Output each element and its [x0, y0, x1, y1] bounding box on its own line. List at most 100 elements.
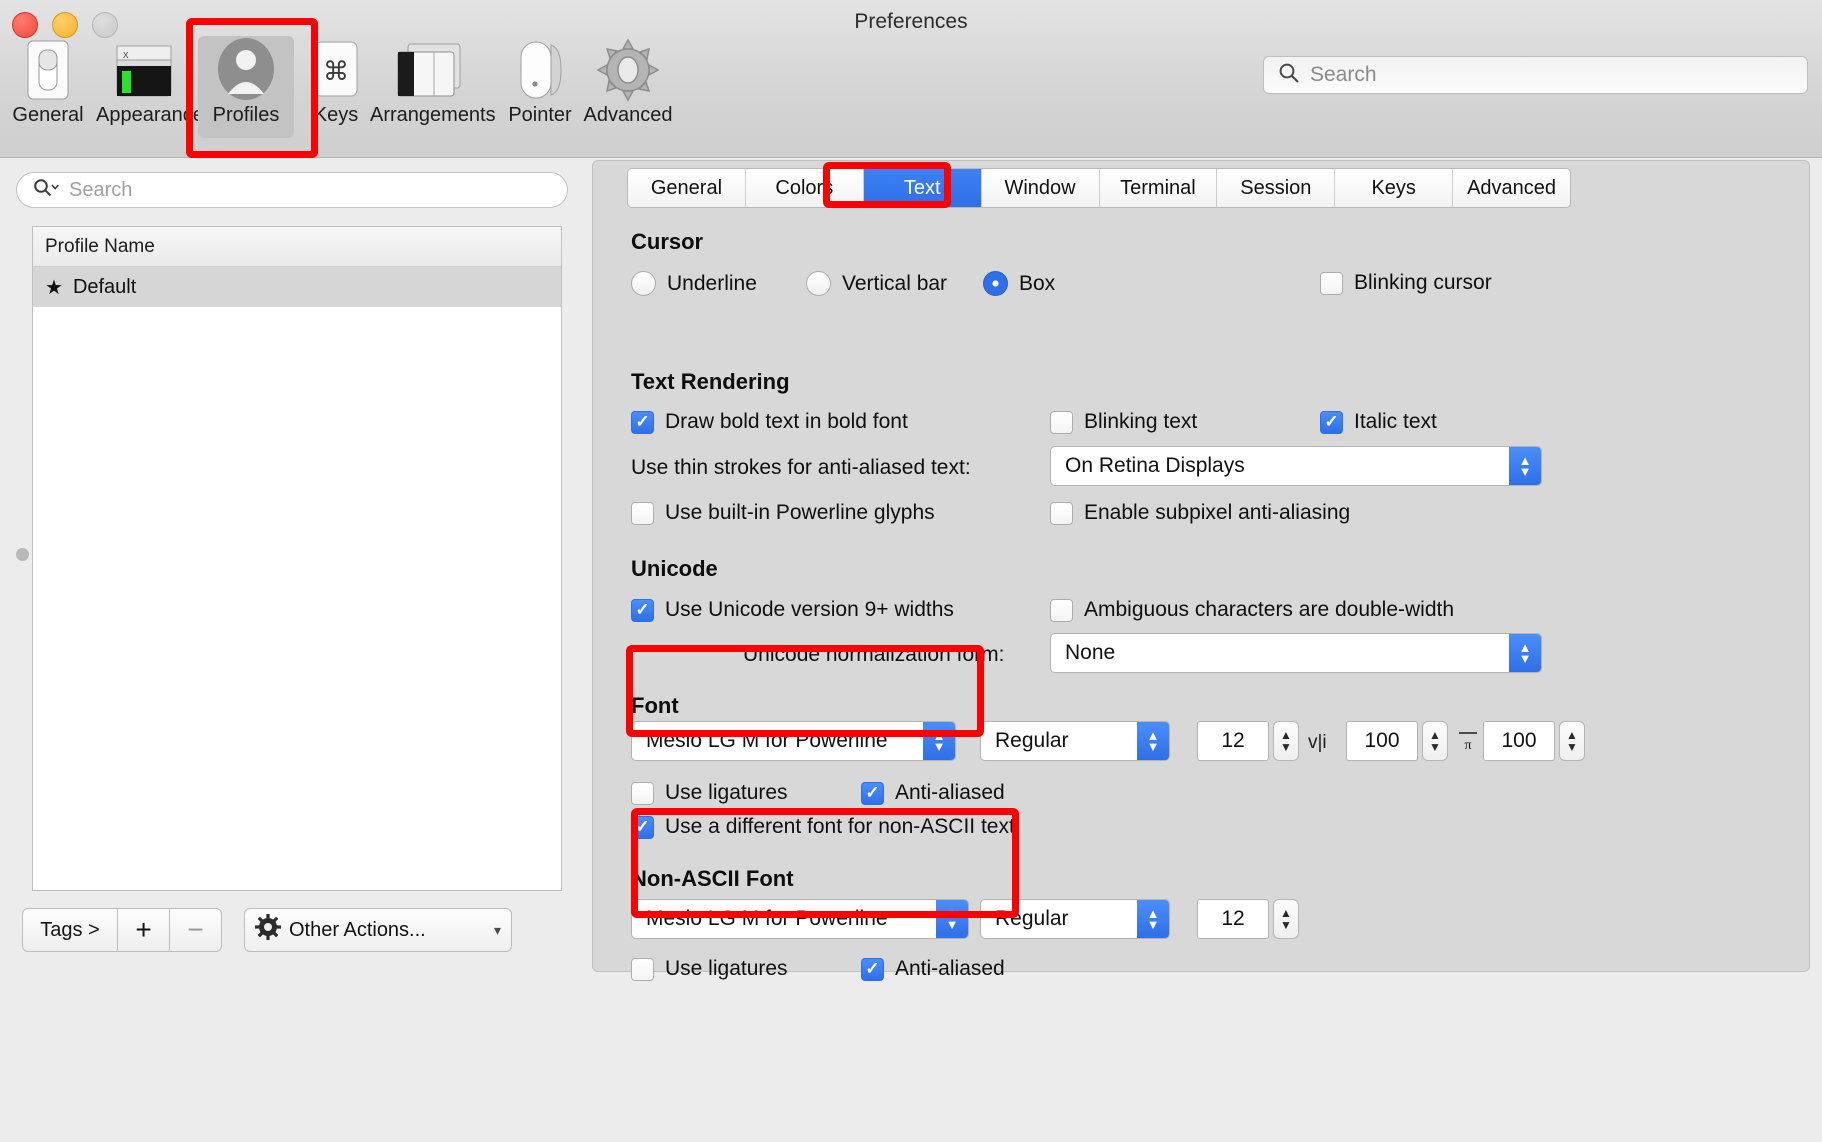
horizontal-spacing-stepper[interactable]: ▲ ▼ — [1422, 721, 1448, 761]
thin-strokes-value: On Retina Displays — [1065, 454, 1245, 477]
unicode-normalization-select[interactable]: None ▲ ▼ — [1050, 633, 1542, 673]
font-antialiased-checkbox[interactable]: ✓ Anti-aliased — [861, 781, 1005, 805]
radio-indicator — [983, 271, 1008, 296]
arrangements-panes-icon — [370, 36, 488, 102]
different-non-ascii-font-checkbox[interactable]: ✓ Use a different font for non-ASCII tex… — [631, 815, 1015, 839]
add-profile-button[interactable]: + — [118, 908, 170, 952]
toolbar-item-advanced[interactable]: Advanced — [580, 36, 676, 138]
font-section-title: Font — [631, 693, 679, 718]
horizontal-spacing-icon: v|i — [1308, 732, 1327, 753]
checkbox-indicator: ✓ — [631, 815, 654, 839]
tab-advanced[interactable]: Advanced — [1453, 169, 1570, 207]
general-switch-icon — [0, 36, 96, 102]
checkbox-indicator — [631, 957, 654, 981]
cursor-vertical-bar-radio[interactable]: Vertical bar — [806, 271, 947, 296]
non-ascii-antialiased-checkbox[interactable]: ✓ Anti-aliased — [861, 957, 1005, 981]
chevron-updown-icon: ▲ ▼ — [923, 722, 955, 760]
tab-session[interactable]: Session — [1217, 169, 1336, 207]
unicode9-widths-checkbox[interactable]: ✓ Use Unicode version 9+ widths — [631, 598, 954, 622]
radio-label: Vertical bar — [842, 271, 948, 295]
font-family-select[interactable]: Meslo LG M for Powerline ▲ ▼ — [631, 721, 956, 761]
svg-text:π: π — [1464, 738, 1471, 753]
cursor-box-radio[interactable]: Box — [983, 271, 1055, 296]
tab-keys[interactable]: Keys — [1335, 169, 1454, 207]
toolbar-item-label: Advanced — [583, 104, 673, 126]
horizontal-spacing-input[interactable]: 100 — [1346, 721, 1418, 761]
draw-bold-text-checkbox[interactable]: ✓ Draw bold text in bold font — [631, 410, 908, 434]
thin-strokes-select[interactable]: On Retina Displays ▲ ▼ — [1050, 446, 1542, 486]
thin-strokes-label: Use thin strokes for anti-aliased text: — [631, 456, 971, 479]
profile-row-name: Default — [72, 275, 137, 298]
checkbox-indicator — [1050, 501, 1073, 525]
non-ascii-font-size-stepper[interactable]: ▲ ▼ — [1273, 899, 1299, 939]
tab-terminal[interactable]: Terminal — [1099, 169, 1218, 207]
chevron-down-icon: ▾ — [493, 921, 501, 938]
appearance-window-icon: x — [96, 36, 192, 102]
toolbar-item-label: Arrangements — [370, 104, 496, 126]
preferences-window: Preferences General x Appearance Profile… — [0, 0, 1822, 1142]
checkbox-indicator — [1050, 410, 1073, 434]
toolbar-item-general[interactable]: General — [0, 36, 96, 138]
toolbar-item-label: General — [12, 104, 84, 126]
checkbox-indicator — [1320, 271, 1343, 295]
italic-text-checkbox[interactable]: ✓ Italic text — [1320, 410, 1437, 434]
chevron-updown-icon: ▲ ▼ — [936, 900, 968, 938]
svg-text:⌘: ⌘ — [323, 56, 349, 86]
vertical-spacing-stepper[interactable]: ▲ ▼ — [1559, 721, 1585, 761]
checkbox-indicator: ✓ — [631, 598, 654, 622]
profile-search-input[interactable]: Search — [16, 172, 568, 208]
checkbox-label: Ambiguous characters are double-width — [1084, 598, 1455, 621]
remove-profile-button[interactable]: − — [170, 908, 222, 952]
toolbar-item-label: Profiles — [212, 104, 280, 126]
pointer-mouse-icon — [492, 36, 588, 102]
subpixel-antialiasing-checkbox[interactable]: Enable subpixel anti-aliasing — [1050, 501, 1350, 525]
font-size-stepper[interactable]: ▲ ▼ — [1273, 721, 1299, 761]
checkbox-label: Anti-aliased — [895, 957, 1005, 980]
text-rendering-section-title: Text Rendering — [631, 369, 790, 394]
font-style-select[interactable]: Regular ▲ ▼ — [980, 721, 1170, 761]
advanced-gear-icon — [580, 36, 676, 102]
checkbox-label: Enable subpixel anti-aliasing — [1084, 501, 1351, 524]
non-ascii-font-style-value: Regular — [995, 907, 1069, 930]
non-ascii-font-section-title: Non-ASCII Font — [631, 866, 794, 891]
blinking-text-checkbox[interactable]: Blinking text — [1050, 410, 1197, 434]
tab-text[interactable]: Text — [863, 169, 982, 207]
tab-colors[interactable]: Colors — [745, 169, 864, 207]
non-ascii-font-size-input[interactable]: 12 — [1197, 899, 1269, 939]
vertical-spacing-input[interactable]: 100 — [1483, 721, 1555, 761]
chevron-updown-icon: ▲ ▼ — [1137, 900, 1169, 938]
tab-general[interactable]: General — [628, 169, 746, 207]
preferences-toolbar: General x Appearance Profiles ⌘ Keys Arr… — [0, 36, 1000, 138]
checkbox-label: Use built-in Powerline glyphs — [665, 501, 935, 524]
vertical-spacing-icon: π — [1457, 729, 1479, 759]
powerline-glyphs-checkbox[interactable]: Use built-in Powerline glyphs — [631, 501, 935, 525]
non-ascii-font-style-select[interactable]: Regular ▲ ▼ — [980, 899, 1170, 939]
checkbox-label: Use ligatures — [665, 957, 788, 980]
split-pane-grip[interactable] — [16, 548, 29, 561]
tags-button[interactable]: Tags > — [22, 908, 118, 952]
blinking-cursor-checkbox[interactable]: Blinking cursor — [1320, 271, 1492, 295]
toolbar-item-appearance[interactable]: x Appearance — [96, 36, 204, 138]
table-row[interactable]: ★ Default — [33, 267, 561, 307]
non-ascii-font-family-select[interactable]: Meslo LG M for Powerline ▲ ▼ — [631, 899, 969, 939]
non-ascii-ligatures-checkbox[interactable]: Use ligatures — [631, 957, 788, 981]
checkbox-label: Draw bold text in bold font — [665, 410, 908, 433]
toolbar-item-arrangements[interactable]: Arrangements — [370, 36, 496, 138]
toolbar-search-placeholder: Search — [1310, 63, 1377, 86]
tab-window[interactable]: Window — [981, 169, 1100, 207]
font-ligatures-checkbox[interactable]: Use ligatures — [631, 781, 788, 805]
cursor-section-title: Cursor — [631, 229, 704, 254]
toolbar-search-field[interactable]: Search — [1263, 56, 1808, 94]
toolbar-item-pointer[interactable]: Pointer — [492, 36, 588, 138]
other-actions-dropdown[interactable]: Other Actions... ▾ — [244, 908, 512, 952]
profiles-table: Profile Name ★ Default — [32, 226, 562, 891]
cursor-underline-radio[interactable]: Underline — [631, 271, 757, 296]
radio-indicator — [631, 271, 656, 296]
unicode-normalization-value: None — [1065, 641, 1116, 664]
chevron-updown-icon: ▲ ▼ — [1509, 634, 1541, 672]
font-size-input[interactable]: 12 — [1197, 721, 1269, 761]
toolbar-item-label: Pointer — [508, 104, 572, 126]
ambiguous-double-width-checkbox[interactable]: Ambiguous characters are double-width — [1050, 598, 1454, 622]
checkbox-indicator — [631, 781, 654, 805]
toolbar-item-profiles[interactable]: Profiles — [198, 36, 294, 138]
